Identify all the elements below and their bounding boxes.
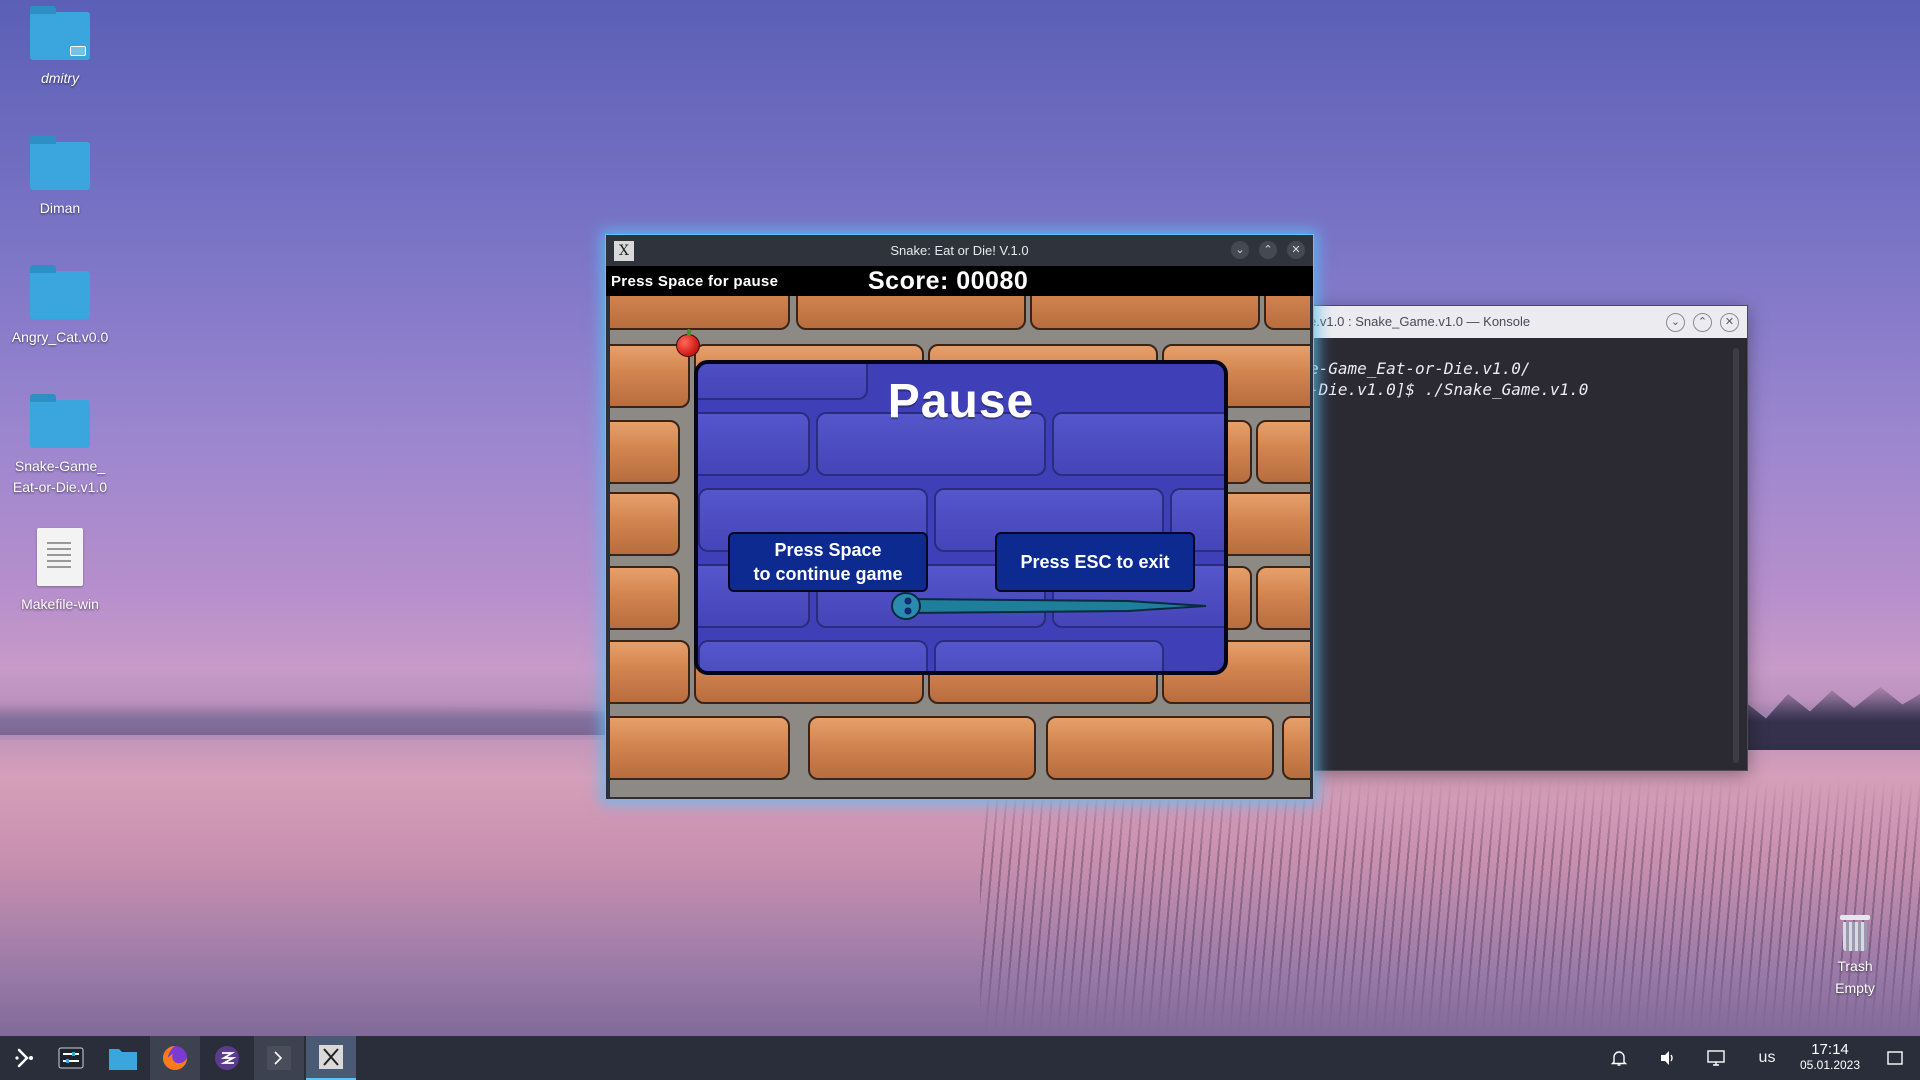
terminal-line: e-Game_Eat-or-Die.v1.0/ xyxy=(1309,359,1531,378)
konsole-task-button[interactable] xyxy=(254,1036,304,1080)
brick xyxy=(1030,296,1260,330)
link-badge-icon xyxy=(70,46,86,56)
x-app-icon xyxy=(319,1045,343,1069)
bell-icon xyxy=(1611,1051,1627,1066)
konsole-window[interactable]: e.v1.0 : Snake_Game.v1.0 — Konsole ⌄ ⌃ ✕… xyxy=(1300,305,1748,771)
game-title: Snake: Eat or Die! V.1.0 xyxy=(890,243,1029,258)
folder-icon xyxy=(30,265,90,319)
score-display: Score: 00080 xyxy=(868,267,1029,295)
pause-hint: Press Space for pause xyxy=(611,273,779,290)
firefox-icon xyxy=(163,1046,187,1070)
settings-sliders-icon xyxy=(58,1047,84,1069)
snake-game-task-button[interactable] xyxy=(306,1036,356,1080)
desktop-icon-snake-game[interactable]: Snake-Game_ Eat-or-Die.v1.0 xyxy=(0,394,120,498)
clock-time: 17:14 xyxy=(1811,1041,1849,1058)
clock[interactable]: 17:14 05.01.2023 xyxy=(1798,1041,1862,1073)
folder-icon xyxy=(30,136,90,190)
network-icon xyxy=(1707,1050,1725,1066)
exit-button[interactable]: Press ESC to exit xyxy=(995,532,1195,592)
trash-status: Empty xyxy=(1835,980,1875,996)
brick xyxy=(610,716,790,780)
files-button[interactable] xyxy=(98,1036,148,1080)
apple-icon xyxy=(676,329,700,357)
desktop-icon-dmitry[interactable]: dmitry xyxy=(0,6,120,89)
scrollbar[interactable] xyxy=(1733,348,1739,763)
folder-icon xyxy=(30,394,90,448)
taskbar: us 17:14 05.01.2023 xyxy=(0,1036,1920,1080)
brick xyxy=(610,420,680,484)
terminal-line: -Die.v1.0]$ ./Snake_Game.v1.0 xyxy=(1309,380,1589,399)
firefox-button[interactable] xyxy=(150,1036,200,1080)
brick xyxy=(610,566,680,630)
close-button[interactable]: ✕ xyxy=(1287,241,1305,259)
brick xyxy=(808,716,1036,780)
folder-icon xyxy=(30,6,90,60)
brick xyxy=(796,296,1026,330)
game-titlebar[interactable]: X Snake: Eat or Die! V.1.0 ⌄ ⌃ ✕ xyxy=(606,235,1313,266)
snake-icon xyxy=(891,592,1207,620)
desktop-icon-label: dmitry xyxy=(40,70,80,86)
desktop-icon-label-line2: Eat-or-Die.v1.0 xyxy=(12,479,108,495)
speaker-icon xyxy=(1661,1051,1673,1065)
emacs-button[interactable] xyxy=(202,1036,252,1080)
text-file-icon xyxy=(37,528,83,586)
desktop-icon-label-line1: Snake-Game_ xyxy=(14,458,106,474)
pause-dialog: Pause Press Space to continue game Press… xyxy=(694,360,1228,675)
reeds xyxy=(980,780,1920,1030)
app-launcher-button[interactable] xyxy=(0,1036,50,1080)
brick xyxy=(1256,420,1310,484)
maximize-button[interactable]: ⌃ xyxy=(1259,241,1277,259)
clock-date: 05.01.2023 xyxy=(1799,1058,1861,1072)
desktop-icon-label: Angry_Cat.v0.0 xyxy=(11,329,109,345)
brick xyxy=(698,640,928,671)
maximize-button[interactable]: ⌃ xyxy=(1693,313,1712,332)
desktop-icon-label: Makefile-win xyxy=(21,596,99,612)
pause-title: Pause xyxy=(887,375,1035,428)
brick xyxy=(610,492,680,556)
brick xyxy=(1046,716,1274,780)
konsole-title: e.v1.0 : Snake_Game.v1.0 — Konsole xyxy=(1309,314,1531,329)
minimize-button[interactable]: ⌄ xyxy=(1666,313,1685,332)
folder-icon xyxy=(109,1049,137,1070)
network-button[interactable] xyxy=(1702,1036,1732,1080)
volume-button[interactable] xyxy=(1653,1036,1683,1080)
exit-button-label: Press ESC to exit xyxy=(1020,552,1170,572)
kde-launcher-icon xyxy=(15,1048,33,1068)
minimize-button[interactable]: ⌄ xyxy=(1231,241,1249,259)
game-hud: Press Space for pause Score: 00080 xyxy=(606,266,1313,296)
show-desktop-button[interactable] xyxy=(1880,1036,1910,1080)
x-app-icon[interactable]: X xyxy=(614,241,634,261)
konsole-titlebar[interactable]: e.v1.0 : Snake_Game.v1.0 — Konsole ⌄ ⌃ ✕ xyxy=(1301,306,1747,338)
brick xyxy=(1264,296,1310,330)
continue-button-line1: Press Space xyxy=(774,540,882,560)
brick xyxy=(610,640,690,704)
trash[interactable]: Trash Empty xyxy=(1820,915,1890,999)
trash-label: Trash xyxy=(1837,958,1873,974)
close-button[interactable]: ✕ xyxy=(1720,313,1739,332)
show-desktop-icon xyxy=(1887,1051,1903,1065)
continue-button-line2: to continue game xyxy=(753,564,903,584)
terminal-icon xyxy=(267,1046,291,1070)
brick xyxy=(610,296,790,330)
terminal-output[interactable]: e-Game_Eat-or-Die.v1.0/ -Die.v1.0]$ ./Sna… xyxy=(1301,338,1747,420)
desktop-icon-angry-cat[interactable]: Angry_Cat.v0.0 xyxy=(0,265,120,348)
desktop-icon-makefile[interactable]: Makefile-win xyxy=(0,528,120,615)
continue-button[interactable]: Press Space to continue game xyxy=(728,532,928,592)
brick xyxy=(934,640,1164,671)
system-settings-button[interactable] xyxy=(46,1036,96,1080)
brick xyxy=(610,344,690,408)
desktop-icon-diman[interactable]: Diman xyxy=(0,136,120,219)
keyboard-layout-indicator[interactable]: us xyxy=(1750,1036,1784,1080)
brick xyxy=(1256,566,1310,630)
notifications-button[interactable] xyxy=(1604,1036,1634,1080)
trash-icon xyxy=(1840,915,1870,951)
desktop-icon-label: Diman xyxy=(39,200,81,216)
brick xyxy=(1282,716,1310,780)
emacs-icon xyxy=(215,1046,239,1070)
